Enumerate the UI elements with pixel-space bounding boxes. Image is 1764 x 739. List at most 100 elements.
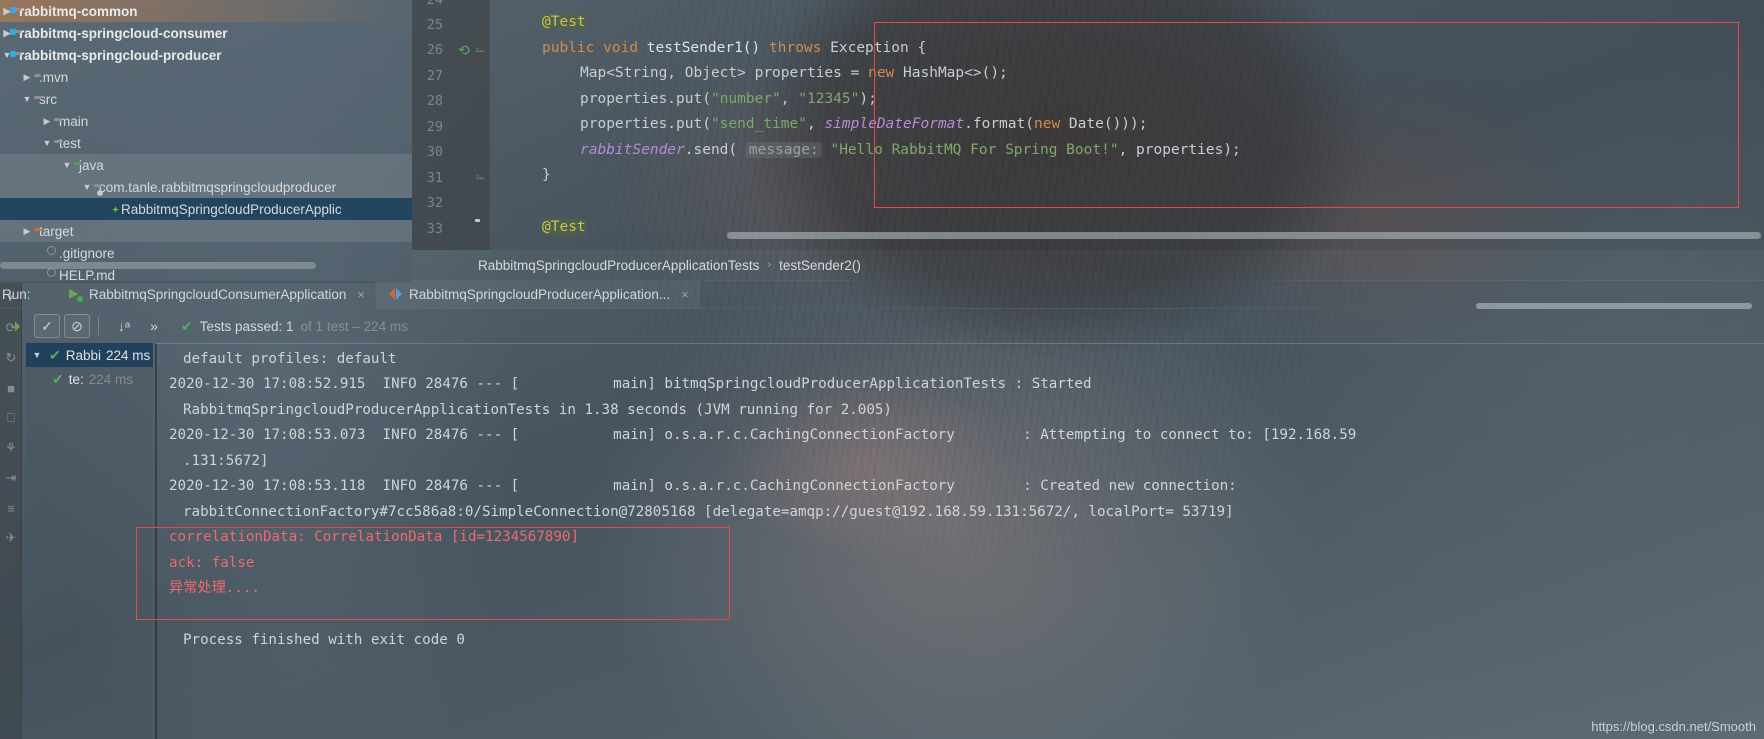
tree-item-label: test [59,135,81,151]
run-toolbar[interactable]: ⏵ ✓ ⊘ ↓ᵃ » ✔ Tests passed: 1 of 1 test –… [0,309,1764,343]
parameter-hint: message: [745,142,822,158]
hide-ignored-icon[interactable]: ⊘ [64,314,90,338]
breadcrumb-method[interactable]: testSender2() [779,258,861,273]
chevron-right-icon[interactable]: ▶ [20,72,34,83]
code-line-29: properties.put("send_time", simpleDateFo… [580,116,1148,132]
tree-item-gitignore[interactable]: .gitignore [0,242,412,264]
run-tool-window[interactable]: Run: RabbitmqSpringcloudConsumerApplicat… [0,280,1764,739]
tree-item-src[interactable]: ▼ src [0,88,412,110]
console-line: default profiles: default [183,351,397,367]
tree-item-label: rabbitmq-common [19,3,138,19]
console-line: Process finished with exit code 0 [183,632,465,648]
tree-item-label: rabbitmq-springcloud-consumer [19,25,228,41]
line-number: 31 [426,170,443,186]
chevron-down-icon[interactable]: ▼ [60,160,74,170]
editor-horizontal-scrollbar[interactable] [727,232,1761,239]
tree-item-rabbitmq-common[interactable]: ▶ rabbitmq-common [0,0,412,22]
code-fold-close-icon[interactable]: ⌳ [476,170,485,183]
code-line-27: Map<String, Object> properties = new Has… [580,65,1008,81]
close-icon[interactable]: × [357,287,365,302]
tree-item-rabbitmq-springcloud-consumer[interactable]: ▶ rabbitmq-springcloud-consumer [0,22,412,44]
line-number: 30 [426,144,443,160]
tree-item-rabbitmq-springcloud-producer[interactable]: ▼ rabbitmq-springcloud-producer [0,44,412,66]
code-editor[interactable]: 24 25 26 27 28 29 30 31 32 33 ⟲ ⌳ ⌳ @Tes… [412,0,1764,250]
run-tab-consumer[interactable]: RabbitmqSpringcloudConsumerApplication × [56,280,376,309]
breadcrumb[interactable]: RabbitmqSpringcloudProducerApplicationTe… [412,250,1764,280]
tree-item-label: RabbitmqSpringcloudProducerApplic [121,201,342,217]
line-number: 26 [426,42,443,58]
tree-item-java[interactable]: ▼ java [0,154,412,176]
line-number: 24 [426,0,443,8]
tree-item-mvn[interactable]: ▶ .mvn [0,66,412,88]
tree-item-label: .mvn [39,69,69,85]
console-output[interactable]: default profiles: default 2020-12-30 17:… [155,343,1764,739]
test-tree-label: Rabbi [65,347,102,363]
run-tab-label: RabbitmqSpringcloudProducerApplication..… [408,287,671,302]
console-line: 2020-12-30 17:08:53.118 INFO 28476 --- [… [169,478,1237,494]
test-tree-child-row[interactable]: ✔ te: 224 ms [26,367,153,391]
project-tool-window[interactable]: ▶ rabbitmq-common ▶ rabbitmq-springcloud… [0,0,412,283]
editor-line-number-gutter[interactable]: 24 25 26 27 28 29 30 31 32 33 ⟲ ⌳ ⌳ [412,0,490,250]
tree-item-target[interactable]: ▶ target [0,220,412,242]
tree-item-producer-application-tests[interactable]: RabbitmqSpringcloudProducerApplic [0,198,412,220]
toolbar-divider [98,317,99,335]
chevron-right-icon: › [767,259,772,271]
test-tree-duration: 224 ms [88,371,134,387]
chevron-down-icon[interactable]: ▼ [80,182,94,192]
tests-passed-status: ✔ Tests passed: 1 of 1 test – 224 ms [181,318,408,335]
check-icon: ✔ [52,370,64,387]
code-line-30: rabbitSender.send( message: "Hello Rabbi… [580,142,1241,158]
expand-all-icon[interactable]: » [141,314,167,338]
sort-alphabetically-icon[interactable]: ↓ᵃ [111,314,137,338]
console-line: RabbitmqSpringcloudProducerApplicationTe… [183,402,892,418]
chevron-down-icon[interactable]: ▼ [40,138,54,148]
line-number: 33 [426,221,443,237]
tree-item-label: com.tanle.rabbitmqspringcloudproducer [99,179,337,195]
test-tree-duration: 224 ms [106,347,151,363]
show-passed-check-icon[interactable]: ✓ [34,314,60,338]
tree-item-label: main [59,113,89,129]
tests-passed-text: Tests passed: 1 [199,318,294,334]
tree-item-label: src [39,91,57,107]
project-tree-horizontal-scrollbar[interactable] [0,262,316,269]
console-line: 2020-12-30 17:08:52.915 INFO 28476 --- [… [169,376,1092,392]
watermark-text: https://blog.csdn.net/Smooth [1591,719,1756,734]
tree-item-label: .gitignore [59,245,115,261]
run-tab-label: RabbitmqSpringcloudConsumerApplication [89,287,347,302]
tree-item-test[interactable]: ▼ test [0,132,412,154]
tests-passed-detail: of 1 test – 224 ms [300,318,408,334]
tree-item-package[interactable]: ▼ com.tanle.rabbitmqspringcloudproducer [0,176,412,198]
line-number: 27 [426,68,443,84]
run-tab-bar[interactable]: Run: RabbitmqSpringcloudConsumerApplicat… [0,280,1764,309]
code-fold-open-icon[interactable]: ⌳ [476,43,485,56]
tree-item-main[interactable]: ▶ main [0,110,412,132]
code-line-33: @Test [542,219,586,235]
rerun-play-icon[interactable]: ⏵ [4,314,30,338]
ide-window: ▶ rabbitmq-common ▶ rabbitmq-springcloud… [0,0,1764,739]
console-line-error: 异常处理.... [169,580,260,596]
chevron-right-icon[interactable]: ▶ [20,226,34,237]
console-line: .131:5672] [183,453,269,469]
check-icon: ✔ [49,346,61,363]
tree-item-label: java [79,157,104,173]
tree-item-label: target [39,223,74,239]
test-tree-label: te: [68,371,84,387]
run-test-gutter-icon[interactable]: ⟲ [458,43,470,57]
chevron-down-icon[interactable]: ▼ [30,350,44,360]
chevron-right-icon[interactable]: ▶ [40,116,54,127]
run-tab-producer[interactable]: RabbitmqSpringcloudProducerApplication..… [375,280,700,309]
test-results-tree[interactable]: ▼ ✔ Rabbi 224 ms ✔ te: 224 ms [26,343,154,739]
code-text-area[interactable]: @Test public void testSender1() throws E… [490,0,1764,250]
console-line: rabbitConnectionFactory#7cc586a8:0/Simpl… [183,504,1234,520]
junit-run-icon [388,288,402,301]
breadcrumb-class[interactable]: RabbitmqSpringcloudProducerApplicationTe… [478,258,759,273]
console-line-error: correlationData: CorrelationData [id=123… [169,529,579,545]
run-window-label: Run: [2,287,31,302]
check-icon: ✔ [181,317,193,334]
test-tree-root-row[interactable]: ▼ ✔ Rabbi 224 ms [26,343,153,367]
chevron-down-icon[interactable]: ▼ [20,94,34,104]
close-icon[interactable]: × [681,287,689,302]
code-line-25: @Test [542,14,586,30]
code-line-26: public void testSender1() throws Excepti… [542,40,927,56]
spring-run-icon [69,288,83,302]
